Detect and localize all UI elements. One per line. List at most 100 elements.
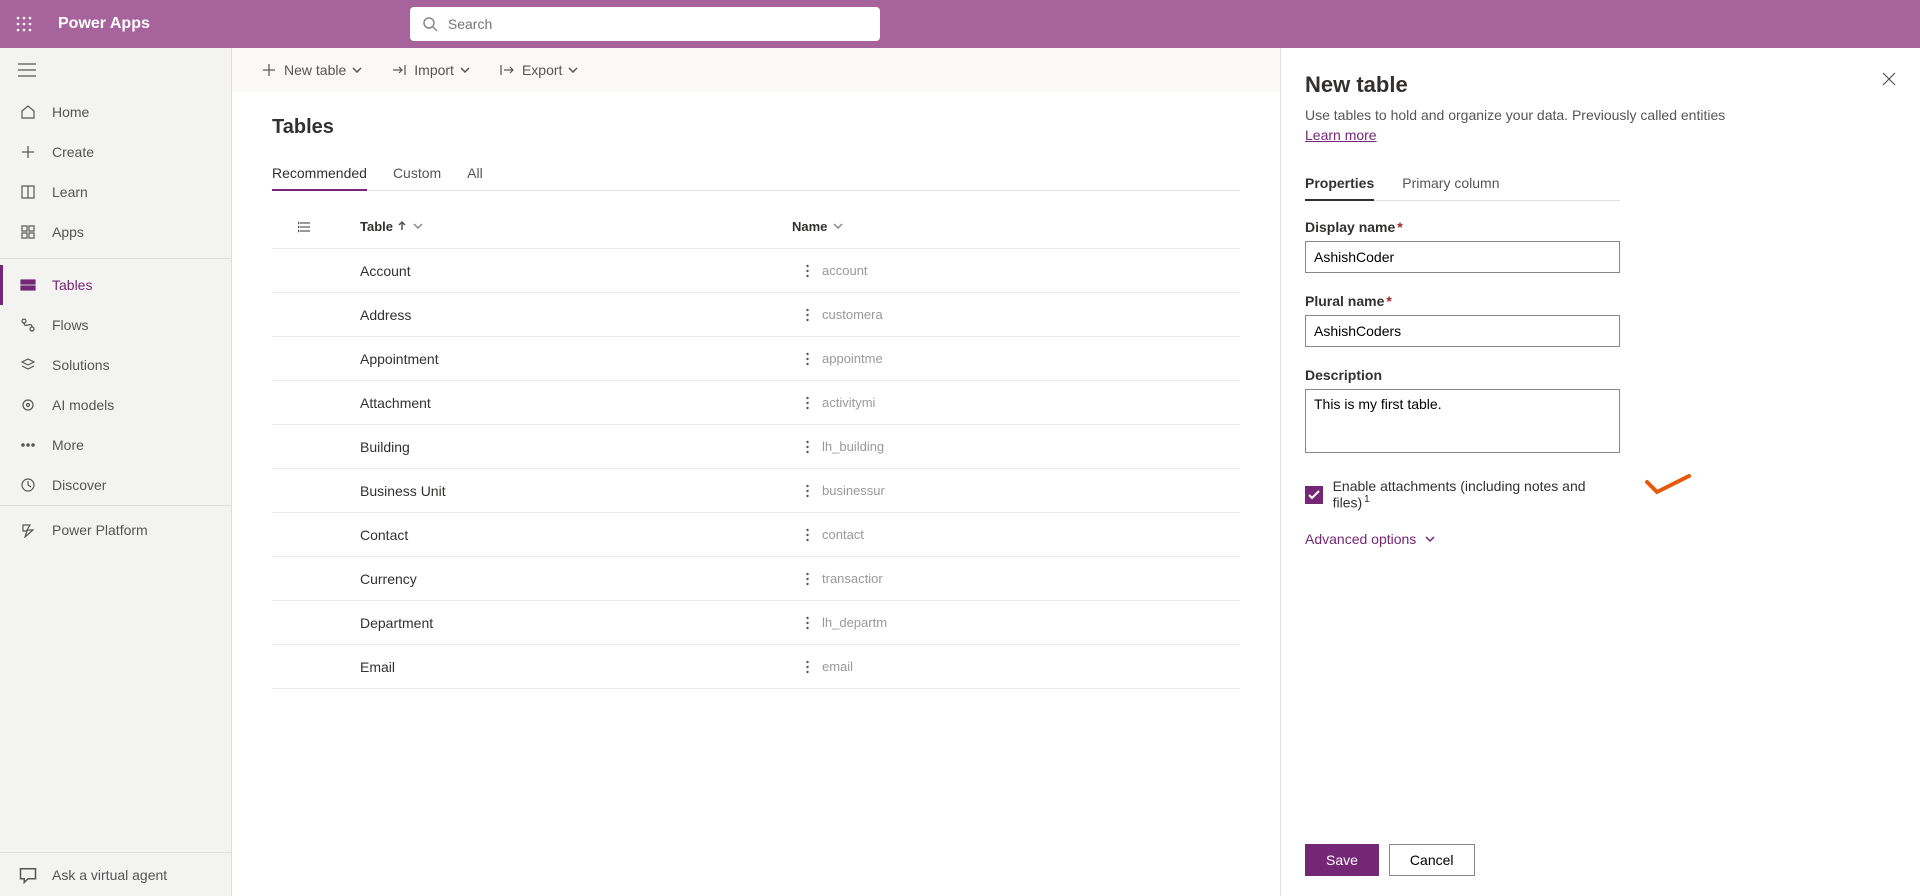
search-box[interactable] bbox=[410, 7, 880, 41]
table-row[interactable]: Addresscustomera bbox=[272, 293, 1240, 337]
panel-description-text: Use tables to hold and organize your dat… bbox=[1305, 107, 1725, 123]
row-more-icon[interactable] bbox=[792, 572, 822, 586]
row-more-icon[interactable] bbox=[792, 660, 822, 674]
app-launcher-icon[interactable] bbox=[8, 8, 40, 40]
nav-label: Apps bbox=[52, 224, 84, 240]
nav-home[interactable]: Home bbox=[0, 92, 231, 132]
row-more-icon[interactable] bbox=[792, 440, 822, 454]
clock-icon bbox=[18, 477, 38, 493]
panel-form: Display name* Plural name* Description E… bbox=[1305, 219, 1620, 547]
cmd-label: Import bbox=[414, 62, 454, 78]
save-button[interactable]: Save bbox=[1305, 844, 1379, 876]
advanced-options-toggle[interactable]: Advanced options bbox=[1305, 531, 1620, 547]
content-tabs: Recommended Custom All bbox=[272, 157, 1240, 191]
chevron-down-icon bbox=[460, 62, 478, 78]
plural-name-label: Plural name* bbox=[1305, 293, 1620, 309]
apps-icon bbox=[18, 224, 38, 240]
row-table-name: Business Unit bbox=[360, 483, 792, 499]
chat-icon bbox=[18, 865, 38, 885]
col-table[interactable]: Table bbox=[332, 219, 792, 234]
nav-power-platform[interactable]: Power Platform bbox=[0, 510, 231, 550]
nav-more[interactable]: More bbox=[0, 425, 231, 465]
table-row[interactable]: Accountaccount bbox=[272, 249, 1240, 293]
plus-icon bbox=[18, 144, 38, 160]
row-more-icon[interactable] bbox=[792, 616, 822, 630]
new-table-button[interactable]: New table bbox=[262, 62, 370, 78]
row-schema-name: account bbox=[822, 263, 1240, 278]
advanced-label: Advanced options bbox=[1305, 531, 1416, 547]
close-icon[interactable] bbox=[1882, 72, 1896, 91]
learn-more-link[interactable]: Learn more bbox=[1305, 127, 1377, 143]
cmd-label: Export bbox=[522, 62, 562, 78]
search-input[interactable] bbox=[448, 16, 868, 32]
nav-label: Tables bbox=[52, 277, 92, 293]
ask-label: Ask a virtual agent bbox=[52, 867, 167, 883]
new-table-panel: New table Use tables to hold and organiz… bbox=[1280, 48, 1920, 896]
table-row[interactable]: Business Unitbusinessur bbox=[272, 469, 1240, 513]
table-header: Table Name bbox=[272, 205, 1240, 249]
row-schema-name: lh_departm bbox=[822, 615, 1240, 630]
checkbox-checked-icon[interactable] bbox=[1305, 486, 1323, 504]
nav-label: Flows bbox=[52, 317, 89, 333]
nav-solutions[interactable]: Solutions bbox=[0, 345, 231, 385]
layers-icon bbox=[18, 357, 38, 373]
enable-attachments-row[interactable]: Enable attachments (including notes and … bbox=[1305, 478, 1620, 511]
command-bar: New table Import Export bbox=[232, 48, 1280, 92]
book-icon bbox=[18, 184, 38, 200]
content-card: Tables Recommended Custom All Table Name… bbox=[232, 92, 1280, 896]
hamburger-menu[interactable] bbox=[0, 48, 231, 92]
top-header: Power Apps bbox=[0, 0, 1920, 48]
table-row[interactable]: Appointmentappointme bbox=[272, 337, 1240, 381]
table-icon bbox=[18, 277, 38, 293]
table-row[interactable]: Contactcontact bbox=[272, 513, 1240, 557]
row-more-icon[interactable] bbox=[792, 308, 822, 322]
flow-icon bbox=[18, 317, 38, 333]
row-more-icon[interactable] bbox=[792, 352, 822, 366]
table-row[interactable]: Currencytransactior bbox=[272, 557, 1240, 601]
table-row[interactable]: Attachmentactivitymi bbox=[272, 381, 1240, 425]
nav-flows[interactable]: Flows bbox=[0, 305, 231, 345]
nav-create[interactable]: Create bbox=[0, 132, 231, 172]
row-table-name: Building bbox=[360, 439, 792, 455]
description-input[interactable] bbox=[1305, 389, 1620, 453]
import-button[interactable]: Import bbox=[392, 62, 478, 78]
brand-title: Power Apps bbox=[58, 15, 150, 33]
panel-footer: Save Cancel bbox=[1305, 824, 1896, 876]
tab-recommended[interactable]: Recommended bbox=[272, 157, 367, 191]
plural-name-input[interactable] bbox=[1305, 315, 1620, 347]
list-view-icon[interactable] bbox=[272, 220, 332, 234]
cmd-label: New table bbox=[284, 62, 346, 78]
table-row[interactable]: Emailemail bbox=[272, 645, 1240, 689]
row-more-icon[interactable] bbox=[792, 484, 822, 498]
export-button[interactable]: Export bbox=[500, 62, 586, 78]
tab-primary-column[interactable]: Primary column bbox=[1402, 167, 1499, 200]
nav-discover[interactable]: Discover bbox=[0, 465, 231, 505]
nav-label: Power Platform bbox=[52, 522, 148, 538]
nav-ai-models[interactable]: AI models bbox=[0, 385, 231, 425]
nav-label: Home bbox=[52, 104, 89, 120]
nav-learn[interactable]: Learn bbox=[0, 172, 231, 212]
chevron-down-icon bbox=[1424, 533, 1436, 545]
nav-tables[interactable]: Tables bbox=[0, 265, 231, 305]
cancel-button[interactable]: Cancel bbox=[1389, 844, 1475, 876]
row-schema-name: appointme bbox=[822, 351, 1240, 366]
annotation-checkmark bbox=[1645, 472, 1691, 501]
ask-virtual-agent[interactable]: Ask a virtual agent bbox=[0, 852, 231, 896]
sort-up-icon bbox=[393, 219, 407, 234]
table-row[interactable]: Buildinglh_building bbox=[272, 425, 1240, 469]
tab-custom[interactable]: Custom bbox=[393, 157, 441, 190]
home-icon bbox=[18, 104, 38, 120]
tab-properties[interactable]: Properties bbox=[1305, 167, 1374, 201]
table-row[interactable]: Department lh_departm bbox=[272, 601, 1240, 645]
row-more-icon[interactable] bbox=[792, 396, 822, 410]
row-more-icon[interactable] bbox=[792, 264, 822, 278]
row-table-name: Email bbox=[360, 659, 792, 675]
row-table-name: Department bbox=[360, 615, 792, 631]
row-more-icon[interactable] bbox=[792, 528, 822, 542]
nav-label: AI models bbox=[52, 397, 114, 413]
display-name-input[interactable] bbox=[1305, 241, 1620, 273]
col-name[interactable]: Name bbox=[792, 219, 1240, 234]
nav-label: Create bbox=[52, 144, 94, 160]
nav-apps[interactable]: Apps bbox=[0, 212, 231, 252]
tab-all[interactable]: All bbox=[467, 157, 483, 190]
